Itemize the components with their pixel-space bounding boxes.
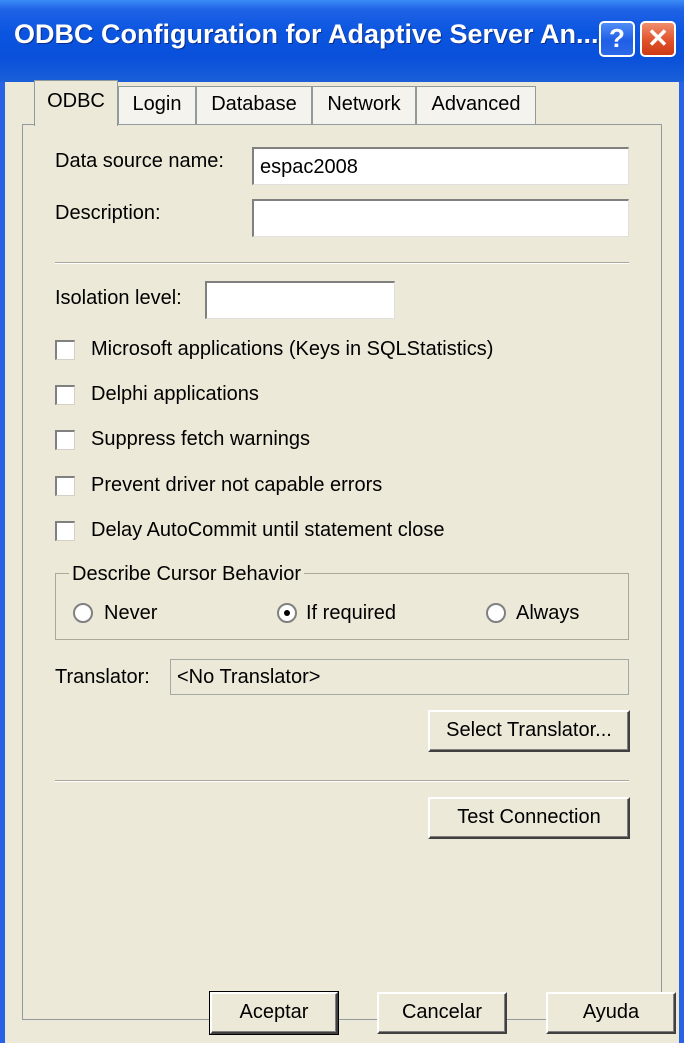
cursor-always-radio[interactable] bbox=[486, 603, 506, 623]
select-translator-button[interactable]: Select Translator... bbox=[428, 710, 630, 752]
title-bar[interactable]: ODBC Configuration for Adaptive Server A… bbox=[0, 0, 684, 82]
delphi-apps-label[interactable]: Delphi applications bbox=[91, 383, 259, 406]
translator-label: Translator: bbox=[55, 666, 150, 688]
data-source-name-field[interactable]: espac2008 bbox=[252, 147, 629, 185]
cursor-never-label[interactable]: Never bbox=[104, 602, 157, 625]
cursor-if-required-label[interactable]: If required bbox=[306, 602, 396, 625]
help-button[interactable]: Ayuda bbox=[546, 992, 676, 1034]
cursor-if-required-radio[interactable] bbox=[277, 603, 297, 623]
data-source-name-label: Data source name: bbox=[55, 150, 224, 172]
separator bbox=[55, 262, 629, 264]
isolation-level-label: Isolation level: bbox=[55, 287, 182, 309]
window-title: ODBC Configuration for Adaptive Server A… bbox=[14, 19, 599, 49]
description-label: Description: bbox=[55, 202, 161, 224]
tab-database[interactable]: Database bbox=[196, 86, 312, 124]
close-icon[interactable]: ✕ bbox=[640, 21, 676, 57]
translator-field: <No Translator> bbox=[170, 659, 629, 695]
suppress-fetch-warnings-checkbox[interactable] bbox=[55, 430, 75, 450]
tab-login[interactable]: Login bbox=[118, 86, 196, 124]
tab-advanced[interactable]: Advanced bbox=[416, 86, 536, 124]
delphi-apps-checkbox[interactable] bbox=[55, 385, 75, 405]
delay-autocommit-label[interactable]: Delay AutoCommit until statement close bbox=[91, 519, 445, 542]
cursor-always-label[interactable]: Always bbox=[516, 602, 579, 625]
description-field[interactable] bbox=[252, 199, 629, 237]
cancel-button[interactable]: Cancelar bbox=[377, 992, 507, 1034]
microsoft-apps-label[interactable]: Microsoft applications (Keys in SQLStati… bbox=[91, 338, 493, 361]
window-right-border bbox=[679, 82, 684, 1043]
test-connection-button[interactable]: Test Connection bbox=[428, 797, 630, 839]
radio-selected-dot bbox=[284, 610, 290, 616]
tab-odbc[interactable]: ODBC bbox=[34, 80, 118, 126]
help-icon[interactable]: ? bbox=[599, 21, 635, 57]
separator bbox=[55, 780, 629, 782]
prevent-driver-errors-checkbox[interactable] bbox=[55, 476, 75, 496]
isolation-level-field[interactable] bbox=[205, 281, 395, 319]
ok-button[interactable]: Aceptar bbox=[209, 991, 339, 1035]
cursor-behavior-group-title: Describe Cursor Behavior bbox=[69, 563, 304, 586]
delay-autocommit-checkbox[interactable] bbox=[55, 521, 75, 541]
cursor-never-radio[interactable] bbox=[73, 603, 93, 623]
tab-network[interactable]: Network bbox=[312, 86, 416, 124]
prevent-driver-errors-label[interactable]: Prevent driver not capable errors bbox=[91, 474, 382, 497]
suppress-fetch-warnings-label[interactable]: Suppress fetch warnings bbox=[91, 428, 310, 451]
microsoft-apps-checkbox[interactable] bbox=[55, 340, 75, 360]
window-left-border bbox=[0, 82, 5, 1043]
